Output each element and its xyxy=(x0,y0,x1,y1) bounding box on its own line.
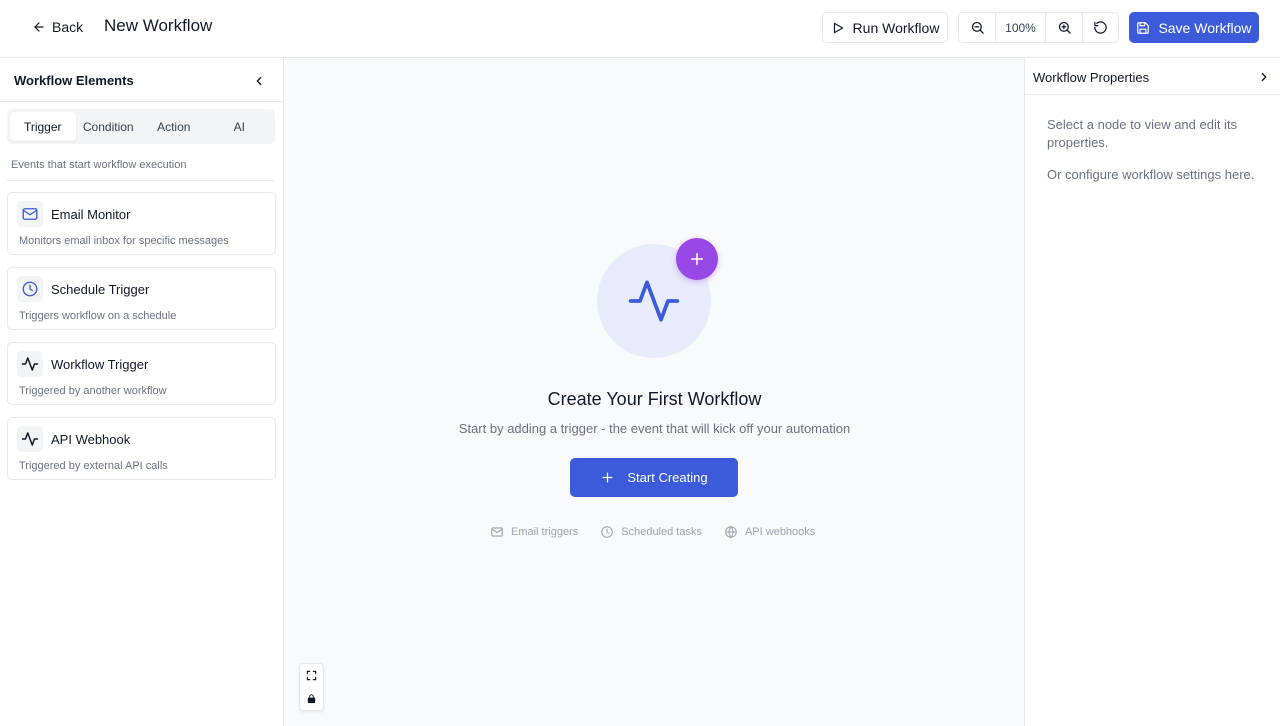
divider xyxy=(7,180,275,181)
element-card-api-webhook[interactable]: API Webhook Triggered by external API ca… xyxy=(7,417,276,480)
reset-zoom-button[interactable] xyxy=(1082,13,1118,42)
zoom-controls: 100% xyxy=(958,12,1119,43)
add-node-button[interactable] xyxy=(676,238,718,280)
zoom-in-icon xyxy=(1057,20,1072,35)
fit-view-button[interactable] xyxy=(300,664,323,687)
maximize-icon xyxy=(306,670,317,681)
save-workflow-button[interactable]: Save Workflow xyxy=(1129,12,1259,43)
elements-panel-title: Workflow Elements xyxy=(14,73,134,88)
element-card-email-monitor[interactable]: Email Monitor Monitors email inbox for s… xyxy=(7,192,276,255)
zoom-in-button[interactable] xyxy=(1046,13,1082,42)
globe-icon xyxy=(724,525,738,539)
save-icon xyxy=(1136,21,1150,35)
plus-icon xyxy=(600,470,615,485)
element-card-description: Triggers workflow on a schedule xyxy=(19,310,177,322)
save-workflow-label: Save Workflow xyxy=(1158,19,1252,36)
page-title: New Workflow xyxy=(104,16,213,35)
arrow-left-icon xyxy=(32,20,46,34)
start-creating-label: Start Creating xyxy=(627,470,708,485)
element-card-description: Triggered by external API calls xyxy=(19,460,168,472)
empty-state-title: Create Your First Workflow xyxy=(547,389,762,409)
start-creating-button[interactable]: Start Creating xyxy=(570,458,738,497)
plus-icon xyxy=(688,250,706,268)
feature-hints: Email triggers Scheduled tasks API webho… xyxy=(490,525,815,539)
hint-label: Email triggers xyxy=(511,526,579,538)
lock-canvas-button[interactable] xyxy=(300,687,323,710)
zoom-level: 100% xyxy=(995,13,1046,42)
tab-ai[interactable]: AI xyxy=(207,112,273,141)
chevron-left-icon xyxy=(252,74,266,88)
properties-panel-header: Workflow Properties xyxy=(1025,59,1280,95)
tab-description: Events that start workflow execution xyxy=(11,159,187,171)
tab-action[interactable]: Action xyxy=(141,112,207,141)
element-card-title: Schedule Trigger xyxy=(51,282,150,297)
element-card-title: Workflow Trigger xyxy=(51,357,149,372)
mail-icon xyxy=(17,201,43,227)
workflow-canvas[interactable]: Create Your First Workflow Start by addi… xyxy=(285,59,1024,726)
hint-label: Scheduled tasks xyxy=(621,526,702,538)
rotate-ccw-icon xyxy=(1093,20,1108,35)
clock-icon xyxy=(17,276,43,302)
zoom-out-button[interactable] xyxy=(959,13,995,42)
properties-panel-title: Workflow Properties xyxy=(1033,70,1150,85)
zoom-out-icon xyxy=(970,20,985,35)
run-workflow-label: Run Workflow xyxy=(852,19,940,36)
empty-state-subtitle: Start by adding a trigger - the event th… xyxy=(458,421,851,436)
lock-icon xyxy=(306,693,317,704)
activity-icon xyxy=(626,273,682,329)
back-label: Back xyxy=(52,19,84,35)
element-card-description: Monitors email inbox for specific messag… xyxy=(19,235,229,247)
hint-email-triggers: Email triggers xyxy=(490,525,578,539)
element-card-description: Triggered by another workflow xyxy=(19,385,167,397)
workflow-properties-panel: Workflow Properties Select a node to vie… xyxy=(1024,59,1280,726)
mail-icon xyxy=(490,525,504,539)
clock-icon xyxy=(600,525,614,539)
play-icon xyxy=(831,21,845,35)
chevron-right-icon xyxy=(1257,70,1271,84)
tab-trigger[interactable]: Trigger xyxy=(10,112,76,141)
elements-panel-header: Workflow Elements xyxy=(0,59,284,102)
element-card-title: Email Monitor xyxy=(51,207,131,222)
hint-api-webhooks: API webhooks xyxy=(724,525,815,539)
properties-hint-text: Select a node to view and edit its prope… xyxy=(1047,117,1238,150)
back-button[interactable]: Back xyxy=(22,13,93,41)
workflow-elements-panel: Workflow Elements Trigger Condition Acti… xyxy=(0,59,284,726)
tab-condition[interactable]: Condition xyxy=(76,112,142,141)
activity-icon xyxy=(17,351,43,377)
run-workflow-button[interactable]: Run Workflow xyxy=(822,12,948,43)
element-type-tabs: Trigger Condition Action AI xyxy=(7,109,275,144)
canvas-controls xyxy=(299,663,324,711)
properties-settings-text: Or configure workflow settings here. xyxy=(1047,167,1255,182)
element-card-workflow-trigger[interactable]: Workflow Trigger Triggered by another wo… xyxy=(7,342,276,405)
hint-scheduled-tasks: Scheduled tasks xyxy=(600,525,702,539)
collapse-left-panel-button[interactable] xyxy=(250,72,268,90)
hint-label: API webhooks xyxy=(744,526,816,538)
element-card-title: API Webhook xyxy=(51,432,131,447)
top-header: Back New Workflow Run Workflow 100% Save… xyxy=(0,0,1280,58)
element-list: Email Monitor Monitors email inbox for s… xyxy=(7,192,276,492)
element-card-schedule-trigger[interactable]: Schedule Trigger Triggers workflow on a … xyxy=(7,267,276,330)
collapse-right-panel-button[interactable] xyxy=(1255,68,1273,86)
activity-icon xyxy=(17,426,43,452)
